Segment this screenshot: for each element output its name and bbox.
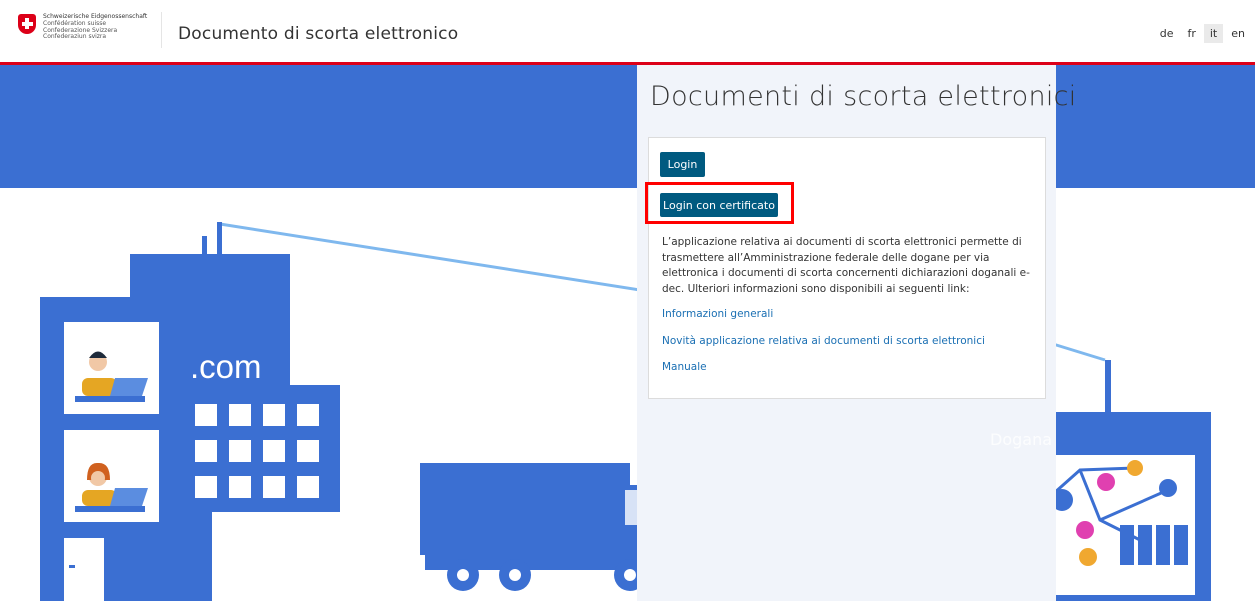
manual-link[interactable]: Manuale [662, 361, 707, 373]
customs-label: Dogana [990, 430, 1053, 449]
lang-en[interactable]: en [1225, 24, 1251, 43]
login-button[interactable]: Login [660, 152, 705, 177]
lang-fr[interactable]: fr [1181, 24, 1201, 43]
language-switcher: de fr it en [1154, 24, 1251, 43]
antenna [202, 236, 207, 256]
swiss-confederation-logo[interactable]: Schweizerische Eidgenossenschaft Confédé… [18, 13, 147, 41]
highlight-box [645, 182, 794, 224]
truck-body [420, 463, 630, 555]
logo-text: Schweizerische Eidgenossenschaft Confédé… [43, 13, 147, 41]
app-title: Documento di scorta elettronico [178, 24, 459, 44]
header-divider [161, 12, 162, 48]
logo-line-rm: Confederaziun svizra [43, 33, 107, 41]
news-link[interactable]: Novità applicazione relativa ai document… [662, 335, 985, 347]
dot-com-label: .com [190, 348, 262, 385]
customs-illustration [0, 65, 1255, 601]
illustration-graphic [40, 222, 1211, 601]
page-title: Documenti di scorta elettronici [650, 81, 1077, 112]
general-information-link[interactable]: Informazioni generali [662, 308, 773, 320]
lang-it[interactable]: it [1203, 24, 1224, 43]
description-text: L’applicazione relativa ai documenti di … [662, 236, 1030, 295]
antenna-tall [217, 222, 222, 256]
header: Schweizerische Eidgenossenschaft Confédé… [0, 0, 1255, 62]
lang-de[interactable]: de [1154, 24, 1180, 43]
swiss-flag-icon [18, 14, 36, 34]
